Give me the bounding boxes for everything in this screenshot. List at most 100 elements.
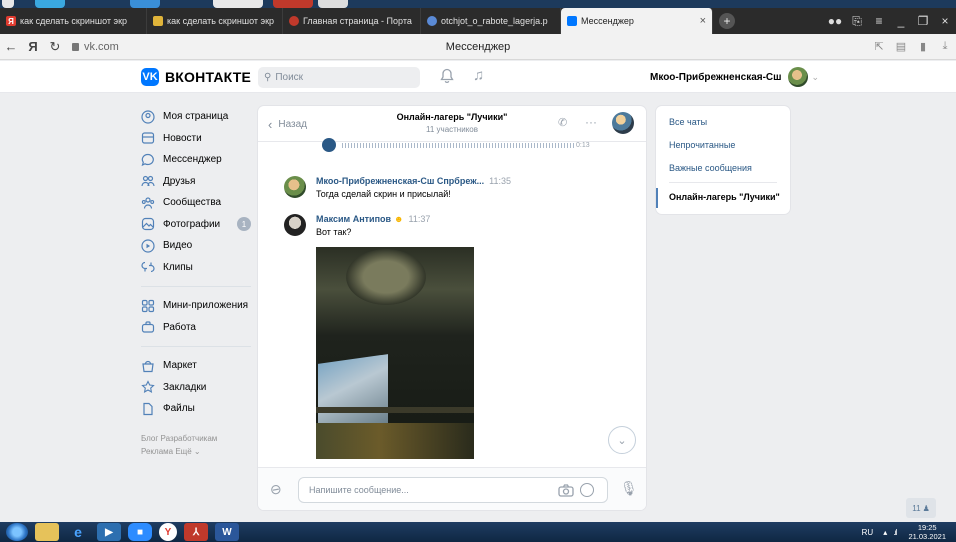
menu-item-friends[interactable]: Друзья [141,171,251,193]
menu-item-label: Работа [163,321,196,333]
menu-icon[interactable]: ≡ [868,8,890,34]
files-icon [141,402,155,416]
avatar [787,67,808,87]
menu-item-label: Мессенджер [163,154,222,166]
attach-icon[interactable]: ⊘ [266,479,286,500]
menu-item-messenger[interactable]: Мессенджер [141,149,251,171]
menu-item-communities[interactable]: Сообщества [141,192,251,214]
close-window-icon[interactable]: × [934,8,956,34]
close-tab-icon[interactable]: × [690,15,706,27]
message-text: Тогда сделай скрин и присылай! [316,189,451,199]
more-icon[interactable]: ··· [585,115,597,129]
photo-shelf-area [316,407,474,413]
back-button[interactable]: ‹ Назад [268,117,307,132]
share-icon[interactable]: ⇱ [868,40,890,53]
panel-divider [669,182,777,183]
address-bar: Мессенджер ← Я ↻ vk.com ⇱ ▤ ▮ ⤓ [0,34,956,60]
chat-avatar[interactable] [612,112,634,134]
camera-icon[interactable] [558,484,574,500]
menu-item-news[interactable]: Новости [141,128,251,150]
browser-tab-active[interactable]: Мессенджер × [561,8,713,34]
voice-message[interactable]: 0:13 [322,138,590,152]
news-icon [141,131,155,145]
menu-item-bookmarks[interactable]: Закладки [141,377,251,399]
tab-label: Мессенджер [581,16,634,26]
menu-item-clips[interactable]: Клипы [141,257,251,279]
footer-line-1[interactable]: Блог Разработчикам [141,432,251,445]
vk-logo[interactable]: VK ВКОНТАКТЕ [141,68,251,86]
footer-line-2[interactable]: Реклама Ещё ⌄ [141,445,251,458]
message-time: 11:37 [408,214,431,224]
waveform[interactable] [342,142,574,148]
message-composer: ⊘ Напишите сообщение... 🎙 [258,467,646,510]
menu-item-mini-apps[interactable]: Мини-приложения [141,295,251,317]
new-tab-icon[interactable]: + [719,13,735,29]
search-input[interactable]: ⚲ Поиск [258,67,420,88]
start-button[interactable] [6,523,28,541]
vk-header: VK ВКОНТАКТЕ ⚲ Поиск ♫ Мкоо-Прибрежненск… [0,61,956,93]
browser-tab[interactable]: otchjot_o_rabote_lagerja.p [421,8,561,34]
microphone-icon[interactable]: 🎙 [620,480,638,497]
message-author[interactable]: Максим Антипов [316,214,391,224]
yandex-browser-icon[interactable]: Y [159,523,177,541]
phone-icon[interactable]: ✆ [558,116,567,129]
explorer-icon[interactable] [35,523,59,541]
signal-icon[interactable]: .ıl [893,528,897,537]
menu-item-work[interactable]: Работа [141,317,251,339]
maximize-icon[interactable]: ❐ [912,8,934,34]
active-chat-item[interactable]: Онлайн-лагерь "Лучики" [656,188,790,208]
avatar[interactable] [284,214,306,236]
avatar[interactable] [284,176,306,198]
browser-tab[interactable]: Я как сделать скриншот экр [0,8,147,34]
message-author[interactable]: Мкоо-Прибрежненская-Сш Спрбреж... [316,176,484,186]
yandex-icon: Я [6,16,16,26]
download-icon[interactable]: ⤓ [934,40,956,53]
apps-icon [141,299,155,313]
participants-badge[interactable]: 11 ♟ [906,498,936,518]
ie-icon[interactable]: e [66,523,90,541]
menu-item-video[interactable]: Видео [141,235,251,257]
minimize-icon[interactable]: _ [890,8,912,34]
menu-item-market[interactable]: Маркет [141,355,251,377]
chat-title[interactable]: Онлайн-лагерь "Лучики" [378,112,526,122]
emoji-icon[interactable] [580,483,594,497]
filter-all-chats[interactable]: Все чаты [669,117,707,127]
music-icon[interactable]: ♫ [473,67,484,84]
footer-links: Блог Разработчикам Реклама Ещё ⌄ [141,432,251,458]
clock[interactable]: 19:25 21.03.2021 [908,523,946,541]
language-indicator[interactable]: RU [862,528,874,537]
browser-tab[interactable]: Главная страница - Порта [283,8,421,34]
yandex-home-icon[interactable]: Я [22,39,44,54]
play-icon[interactable] [322,138,336,152]
scroll-down-button[interactable]: ⌄ [608,426,636,454]
pdf-icon[interactable]: ⅄ [184,523,208,541]
bell-icon[interactable] [440,68,454,87]
bookmark-icon[interactable]: ▮ [912,40,934,53]
reload-icon[interactable]: ↻ [44,39,66,55]
tray-up-icon[interactable]: ▴ [883,528,887,537]
back-arrow-icon[interactable]: ← [0,39,22,54]
menu-divider [141,286,251,287]
word-icon[interactable]: W [215,523,239,541]
search-placeholder: Поиск [275,72,304,83]
filter-important[interactable]: Важные сообщения [669,163,752,173]
chat-subtitle[interactable]: 11 участников [378,125,526,134]
filter-unread[interactable]: Непрочитанные [669,140,735,150]
audio-duration: 0:13 [576,141,590,149]
media-player-icon[interactable]: ▶ [97,523,121,541]
menu-item-photos[interactable]: Фотографии 1 [141,214,251,236]
photo-attachment[interactable] [316,247,474,459]
video-icon [153,16,163,26]
zoom-icon[interactable]: ■ [128,523,152,541]
bookmarks-panel-icon[interactable]: ⎘ [846,8,868,34]
reader-icon[interactable]: ▤ [890,40,912,53]
work-icon [141,320,155,334]
mask-icon[interactable]: ●● [824,8,846,34]
profile-name: Мкоо-Прибрежненская-Сш [650,71,782,83]
url-field[interactable]: vk.com [72,41,119,53]
portal-icon [289,16,299,26]
menu-item-my-page[interactable]: Моя страница [141,106,251,128]
menu-item-files[interactable]: Файлы [141,398,251,420]
browser-tab[interactable]: как сделать скриншот экр [147,8,283,34]
profile-menu[interactable]: Мкоо-Прибрежненская-Сш ⌄ [650,67,819,87]
